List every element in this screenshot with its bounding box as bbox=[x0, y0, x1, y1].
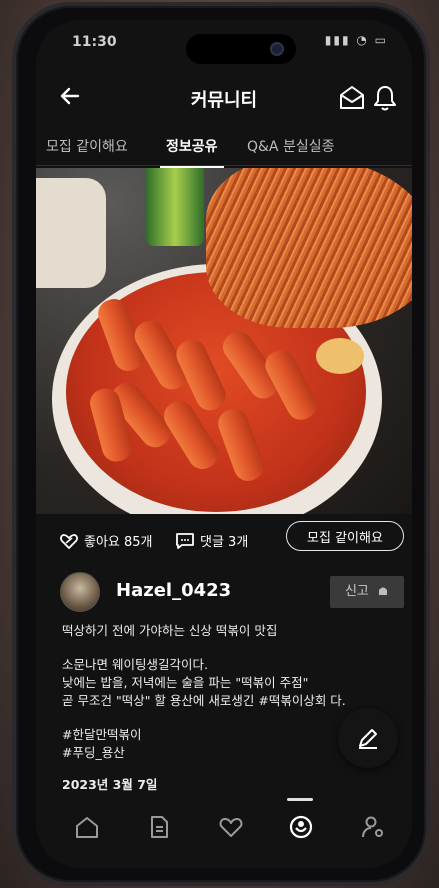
comment-count: 댓글 3개 bbox=[200, 535, 249, 550]
mail-button[interactable] bbox=[338, 84, 366, 112]
post-actions: 좋아요 85개 댓글 3개 모집 같이해요 bbox=[36, 516, 412, 568]
phone-frame: 11:30 ▮▮▮ ◔ ▭ 커뮤니티 모집 같이해요 정보공유 Q&A 분실실종… bbox=[12, 2, 430, 886]
category-tabs: 모집 같이해요 정보공유 Q&A 분실실종 bbox=[36, 126, 412, 168]
like-button[interactable]: 좋아요 85개 bbox=[60, 531, 153, 550]
boiled-egg bbox=[316, 338, 364, 374]
post-body-line: 소문나면 웨이팅생길각이다. bbox=[62, 657, 208, 672]
siren-icon bbox=[379, 587, 388, 595]
notification-button[interactable] bbox=[372, 84, 398, 112]
author-username[interactable]: Hazel_0423 bbox=[116, 580, 231, 601]
post-headline: 떡상하기 전에 가야하는 신상 떡볶이 맛집 bbox=[62, 623, 278, 638]
tab-recruit[interactable]: 모집 같이해요 bbox=[46, 136, 128, 156]
report-label: 신고 bbox=[344, 584, 369, 599]
app-screen: 11:30 ▮▮▮ ◔ ▭ 커뮤니티 모집 같이해요 정보공유 Q&A 분실실종… bbox=[36, 20, 412, 868]
write-post-button[interactable] bbox=[338, 708, 398, 768]
status-indicators: ▮▮▮ ◔ ▭ bbox=[324, 33, 388, 47]
status-bar: 11:30 ▮▮▮ ◔ ▭ bbox=[36, 20, 412, 64]
user-settings-icon bbox=[362, 816, 383, 838]
comment-icon bbox=[176, 533, 194, 549]
active-tab-indicator bbox=[287, 798, 313, 801]
app-header: 커뮤니티 bbox=[36, 78, 412, 118]
comment-button[interactable]: 댓글 3개 bbox=[176, 531, 248, 550]
like-count: 좋아요 85개 bbox=[84, 535, 153, 550]
document-icon bbox=[151, 816, 168, 838]
tab-info-share[interactable]: 정보공유 bbox=[160, 136, 224, 168]
avatar[interactable] bbox=[60, 572, 100, 612]
nav-mypage[interactable] bbox=[360, 814, 390, 844]
pencil-icon bbox=[359, 729, 377, 749]
home-icon bbox=[76, 817, 98, 838]
heart-icon bbox=[219, 818, 243, 837]
report-button[interactable]: 신고 bbox=[330, 576, 404, 608]
nav-community[interactable] bbox=[288, 814, 318, 844]
tab-qa-lost[interactable]: Q&A 분실실종 bbox=[247, 136, 334, 156]
noodles bbox=[206, 168, 412, 328]
post-body: 떡상하기 전에 가야하는 신상 떡볶이 맛집 소문나면 웨이팅생길각이다. 낮에… bbox=[62, 622, 358, 794]
nav-likes[interactable] bbox=[218, 814, 248, 844]
bottom-navigation bbox=[36, 794, 412, 868]
nav-board[interactable] bbox=[146, 814, 176, 844]
author-row: Hazel_0423 신고 bbox=[36, 572, 412, 618]
recruit-together-button[interactable]: 모집 같이해요 bbox=[286, 521, 404, 551]
post-body-line: 낮에는 밥을, 저녁에는 술을 파는 "떡볶이 주점" bbox=[62, 675, 309, 690]
mail-open-icon bbox=[340, 86, 364, 109]
heart-link-icon bbox=[60, 534, 78, 549]
post-date: 2023년 3월 7일 bbox=[62, 777, 158, 792]
post-hashtag[interactable]: #한달만떡볶이 bbox=[62, 726, 358, 744]
dynamic-island bbox=[186, 34, 296, 64]
bell-icon bbox=[374, 86, 396, 111]
post-hashtag[interactable]: #푸딩_용산 bbox=[62, 744, 358, 762]
nav-home[interactable] bbox=[74, 814, 104, 844]
side-bowl bbox=[36, 178, 106, 288]
post-photo[interactable] bbox=[36, 168, 412, 514]
chat-bubble-icon bbox=[289, 815, 313, 839]
status-time: 11:30 bbox=[72, 34, 117, 50]
post-body-line: 곧 무조건 "떡상" 할 용산에 새로생긴 #떡볶이상회 다. bbox=[62, 693, 346, 708]
camera-icon bbox=[270, 42, 284, 56]
soda-can bbox=[146, 168, 204, 246]
